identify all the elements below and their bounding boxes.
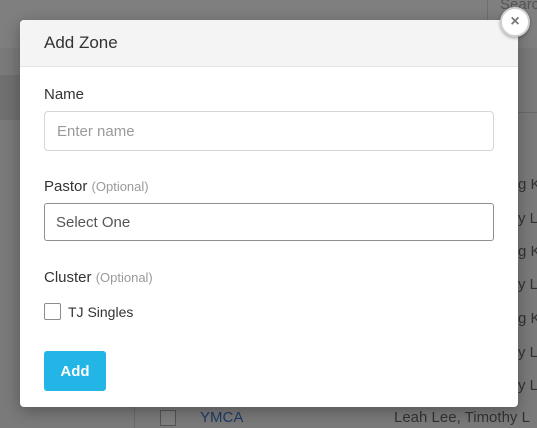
pastor-select[interactable]: Select One: [44, 203, 494, 241]
cluster-optional-hint: (Optional): [95, 270, 153, 285]
background-sidebar-panel: [0, 75, 20, 120]
add-zone-modal: Add Zone Name Pastor (Optional) Select O…: [20, 20, 518, 407]
background-row-leaders: Leah Lee, Timothy L: [394, 409, 530, 426]
background-row-text: y L: [518, 377, 537, 394]
background-row-text: g Ke: [518, 310, 537, 327]
close-button[interactable]: ×: [500, 7, 530, 37]
name-input[interactable]: [44, 111, 494, 151]
background-row-checkbox: [160, 410, 176, 426]
cluster-label: Cluster (Optional): [44, 269, 153, 286]
background-row-text: y L: [518, 210, 537, 227]
pastor-select-value: Select One: [56, 213, 131, 231]
background-row-name: YMCA: [200, 409, 244, 426]
add-button[interactable]: Add: [44, 351, 106, 391]
pastor-label: Pastor (Optional): [44, 178, 149, 195]
modal-title: Add Zone: [44, 33, 118, 52]
cluster-option-tj-singles[interactable]: TJ Singles: [44, 303, 133, 320]
pastor-label-text: Pastor: [44, 178, 88, 195]
background-row-text: g Ke: [518, 176, 537, 193]
pastor-optional-hint: (Optional): [91, 179, 149, 194]
close-icon: ×: [510, 13, 520, 30]
background-row-text: g Ke: [518, 243, 537, 260]
modal-header: Add Zone: [20, 20, 518, 67]
name-label: Name: [44, 86, 85, 103]
background-row-text: y L: [518, 276, 537, 293]
cluster-checkbox[interactable]: [44, 303, 61, 320]
background-row-text: y L: [518, 344, 537, 361]
cluster-label-text: Cluster: [44, 269, 92, 286]
cluster-checkbox-label[interactable]: TJ Singles: [68, 304, 133, 320]
